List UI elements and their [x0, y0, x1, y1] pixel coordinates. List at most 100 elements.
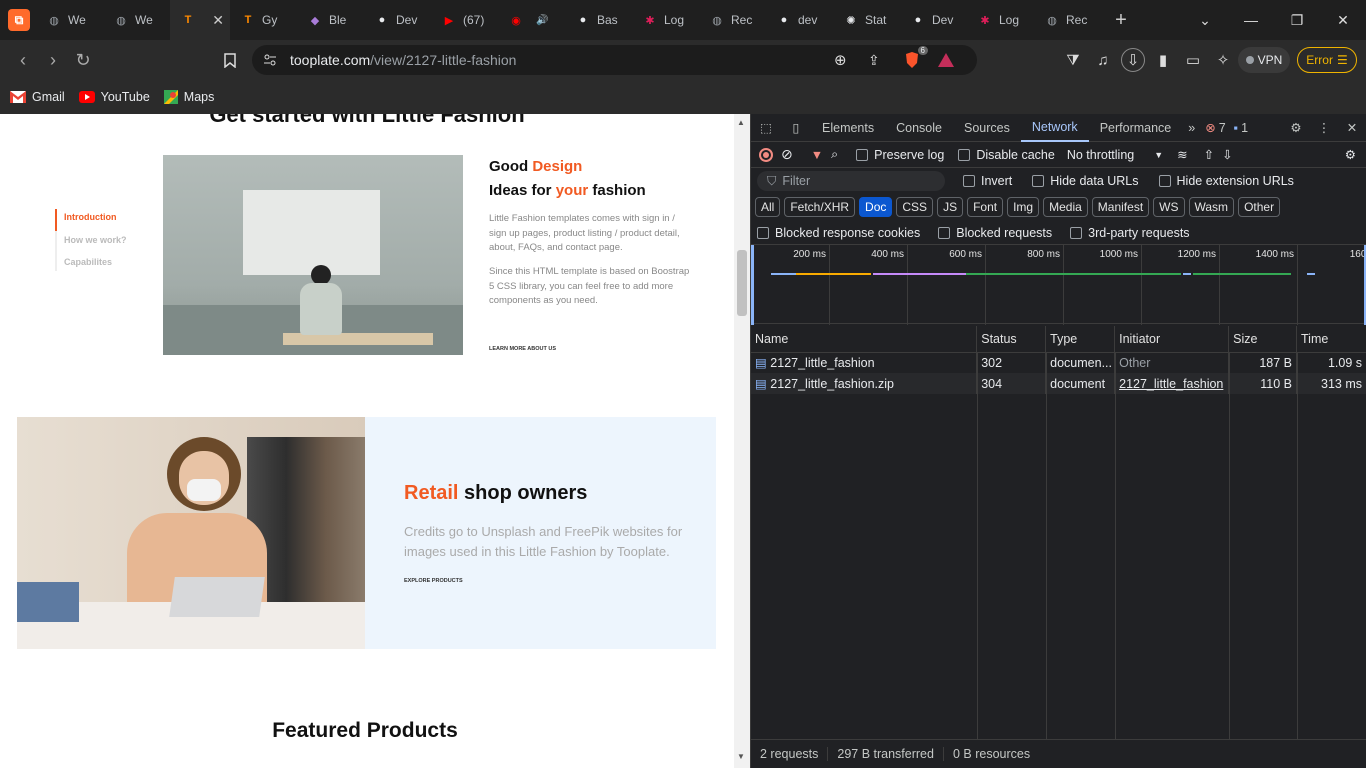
- filter-chip[interactable]: Doc: [859, 197, 893, 217]
- browser-tab[interactable]: ◍ Rec: [1034, 0, 1101, 40]
- filter-chip[interactable]: Other: [1238, 197, 1281, 217]
- filter-chip[interactable]: WS: [1153, 197, 1185, 217]
- filter-chip[interactable]: Manifest: [1091, 197, 1150, 217]
- media-music-icon[interactable]: ♫: [1088, 46, 1118, 74]
- explore-products-link[interactable]: EXPLORE PRODUCTS: [404, 578, 463, 584]
- preserve-log-checkbox[interactable]: Preserve log: [856, 148, 944, 162]
- restore-button[interactable]: ❐: [1274, 0, 1320, 40]
- site-info-icon[interactable]: [262, 52, 278, 68]
- column-header[interactable]: Initiator: [1114, 326, 1230, 353]
- settings-gear-icon[interactable]: ⚙: [1282, 120, 1310, 135]
- back-button[interactable]: ‹: [8, 50, 38, 71]
- extensions-puzzle-icon[interactable]: ⧩: [1058, 46, 1088, 74]
- brave-rewards-icon[interactable]: [938, 53, 954, 67]
- network-overview-timeline[interactable]: 200 ms 400 ms 600 ms 800 ms 1000 ms 1200 ms 14…: [751, 244, 1366, 325]
- column-header[interactable]: Name: [751, 326, 978, 353]
- request-row[interactable]: ▤ 2127_little_fashion.zip 304 document 2127…: [751, 373, 1366, 394]
- kebab-menu-icon[interactable]: ⋮: [1310, 120, 1338, 135]
- nav-how-we-work[interactable]: How we work?: [64, 235, 127, 245]
- column-header[interactable]: Status: [976, 326, 1047, 353]
- import-har-icon[interactable]: ⇧: [1204, 147, 1214, 162]
- throttling-select[interactable]: No throttling ▼: [1067, 148, 1163, 162]
- learn-more-link[interactable]: LEARN MORE ABOUT US: [489, 346, 556, 352]
- browser-tab[interactable]: T Gy: [230, 0, 297, 40]
- close-window-button[interactable]: ✕: [1320, 0, 1366, 40]
- clear-icon[interactable]: ⊘: [781, 146, 793, 163]
- invert-checkbox[interactable]: Invert: [963, 174, 1012, 188]
- scroll-up-icon[interactable]: ▲: [737, 118, 745, 127]
- blocked-requests-checkbox[interactable]: Blocked requests: [938, 226, 1052, 240]
- column-header[interactable]: Type: [1045, 326, 1116, 353]
- minimize-button[interactable]: —: [1228, 0, 1274, 40]
- filter-chip[interactable]: CSS: [896, 197, 934, 217]
- message-counter[interactable]: ▪ 1: [1230, 121, 1252, 135]
- browser-tab[interactable]: ✱ Log: [632, 0, 699, 40]
- zoom-icon[interactable]: ⊕: [834, 51, 847, 69]
- nav-introduction[interactable]: Introduction: [64, 212, 117, 222]
- filter-chip[interactable]: Img: [1007, 197, 1040, 217]
- filter-chip[interactable]: Fetch/XHR: [784, 197, 856, 217]
- browser-tab[interactable]: ✺ Stat: [833, 0, 900, 40]
- hide-extension-urls-checkbox[interactable]: Hide extension URLs: [1158, 174, 1294, 188]
- audio-playing-icon[interactable]: 🔊: [536, 15, 548, 26]
- bookmark-page-icon[interactable]: [215, 52, 245, 68]
- tab-search-icon[interactable]: ⌄: [1182, 0, 1228, 40]
- close-tab-icon[interactable]: ✕: [212, 12, 224, 29]
- column-header[interactable]: Time: [1296, 326, 1366, 353]
- browser-tab[interactable]: ◆ Ble: [297, 0, 364, 40]
- export-har-icon[interactable]: ⇩: [1222, 147, 1232, 162]
- scrollbar-thumb[interactable]: [737, 250, 747, 316]
- blocked-cookies-checkbox[interactable]: Blocked response cookies: [757, 226, 920, 240]
- device-toolbar-icon[interactable]: ▯: [781, 120, 811, 135]
- more-tabs-icon[interactable]: »: [1182, 121, 1201, 135]
- tab-elements[interactable]: Elements: [811, 114, 885, 142]
- request-row[interactable]: ▤ 2127_little_fashion 302 documen... Other 1…: [751, 352, 1366, 373]
- browser-tab[interactable]: ◍ Rec: [699, 0, 766, 40]
- browser-tab[interactable]: T ✕: [170, 0, 230, 40]
- vpn-button[interactable]: VPN: [1238, 47, 1290, 73]
- browser-tab[interactable]: ● Dev: [364, 0, 431, 40]
- address-bar[interactable]: tooplate.com/view/2127-little-fashion ⊕ …: [252, 45, 977, 75]
- leo-ai-icon[interactable]: ✧: [1208, 46, 1238, 74]
- inspect-element-icon[interactable]: ⬚: [751, 120, 781, 135]
- browser-tab[interactable]: ◍ We: [103, 0, 170, 40]
- browser-menu-icon[interactable]: ⧉: [8, 9, 30, 31]
- browser-tab[interactable]: ◉ 🔊: [498, 0, 565, 40]
- scroll-down-icon[interactable]: ▼: [737, 752, 745, 761]
- tab-console[interactable]: Console: [885, 114, 953, 142]
- error-menu-button[interactable]: Error ☰: [1297, 47, 1357, 73]
- new-tab-button[interactable]: +: [1101, 9, 1141, 32]
- bookmark-youtube[interactable]: YouTube: [78, 90, 150, 104]
- bookmark-maps[interactable]: Maps: [163, 90, 214, 104]
- share-icon[interactable]: ⇪: [868, 52, 880, 69]
- filter-chip[interactable]: JS: [937, 197, 964, 217]
- sidebar-icon[interactable]: ▮: [1148, 46, 1178, 74]
- brave-shields-icon[interactable]: 6: [902, 46, 928, 70]
- search-icon[interactable]: ⌕: [831, 147, 838, 162]
- nav-capabilities[interactable]: Capabilites: [64, 257, 112, 267]
- downloads-icon[interactable]: ⇩: [1121, 48, 1145, 72]
- bookmark-gmail[interactable]: Gmail: [10, 90, 65, 104]
- filter-funnel-icon[interactable]: ▼: [811, 148, 823, 162]
- network-settings-icon[interactable]: ⚙: [1345, 147, 1356, 162]
- error-counter[interactable]: ⊗ 7: [1201, 120, 1229, 136]
- record-icon[interactable]: [759, 147, 773, 162]
- network-conditions-icon[interactable]: ≋: [1177, 147, 1187, 162]
- hide-data-urls-checkbox[interactable]: Hide data URLs: [1032, 174, 1139, 188]
- browser-tab[interactable]: ● dev: [766, 0, 833, 40]
- browser-tab[interactable]: ◍ We: [36, 0, 103, 40]
- third-party-checkbox[interactable]: 3rd-party requests: [1070, 226, 1190, 240]
- timeline-range-handle[interactable]: [751, 245, 754, 325]
- page-scrollbar[interactable]: ▲ ▼: [734, 114, 750, 768]
- filter-chip[interactable]: Wasm: [1188, 197, 1235, 217]
- filter-chip[interactable]: Font: [967, 197, 1004, 217]
- filter-input[interactable]: ⛉ Filter: [757, 171, 945, 191]
- disable-cache-checkbox[interactable]: Disable cache: [958, 148, 1055, 162]
- tab-network[interactable]: Network: [1020, 114, 1089, 142]
- filter-chip[interactable]: Media: [1043, 197, 1088, 217]
- forward-button[interactable]: ›: [38, 50, 68, 71]
- browser-tab[interactable]: ● Bas: [565, 0, 632, 40]
- browser-tab[interactable]: ▶ (67): [431, 0, 498, 40]
- close-devtools-icon[interactable]: ✕: [1338, 120, 1366, 135]
- tab-performance[interactable]: Performance: [1089, 114, 1183, 142]
